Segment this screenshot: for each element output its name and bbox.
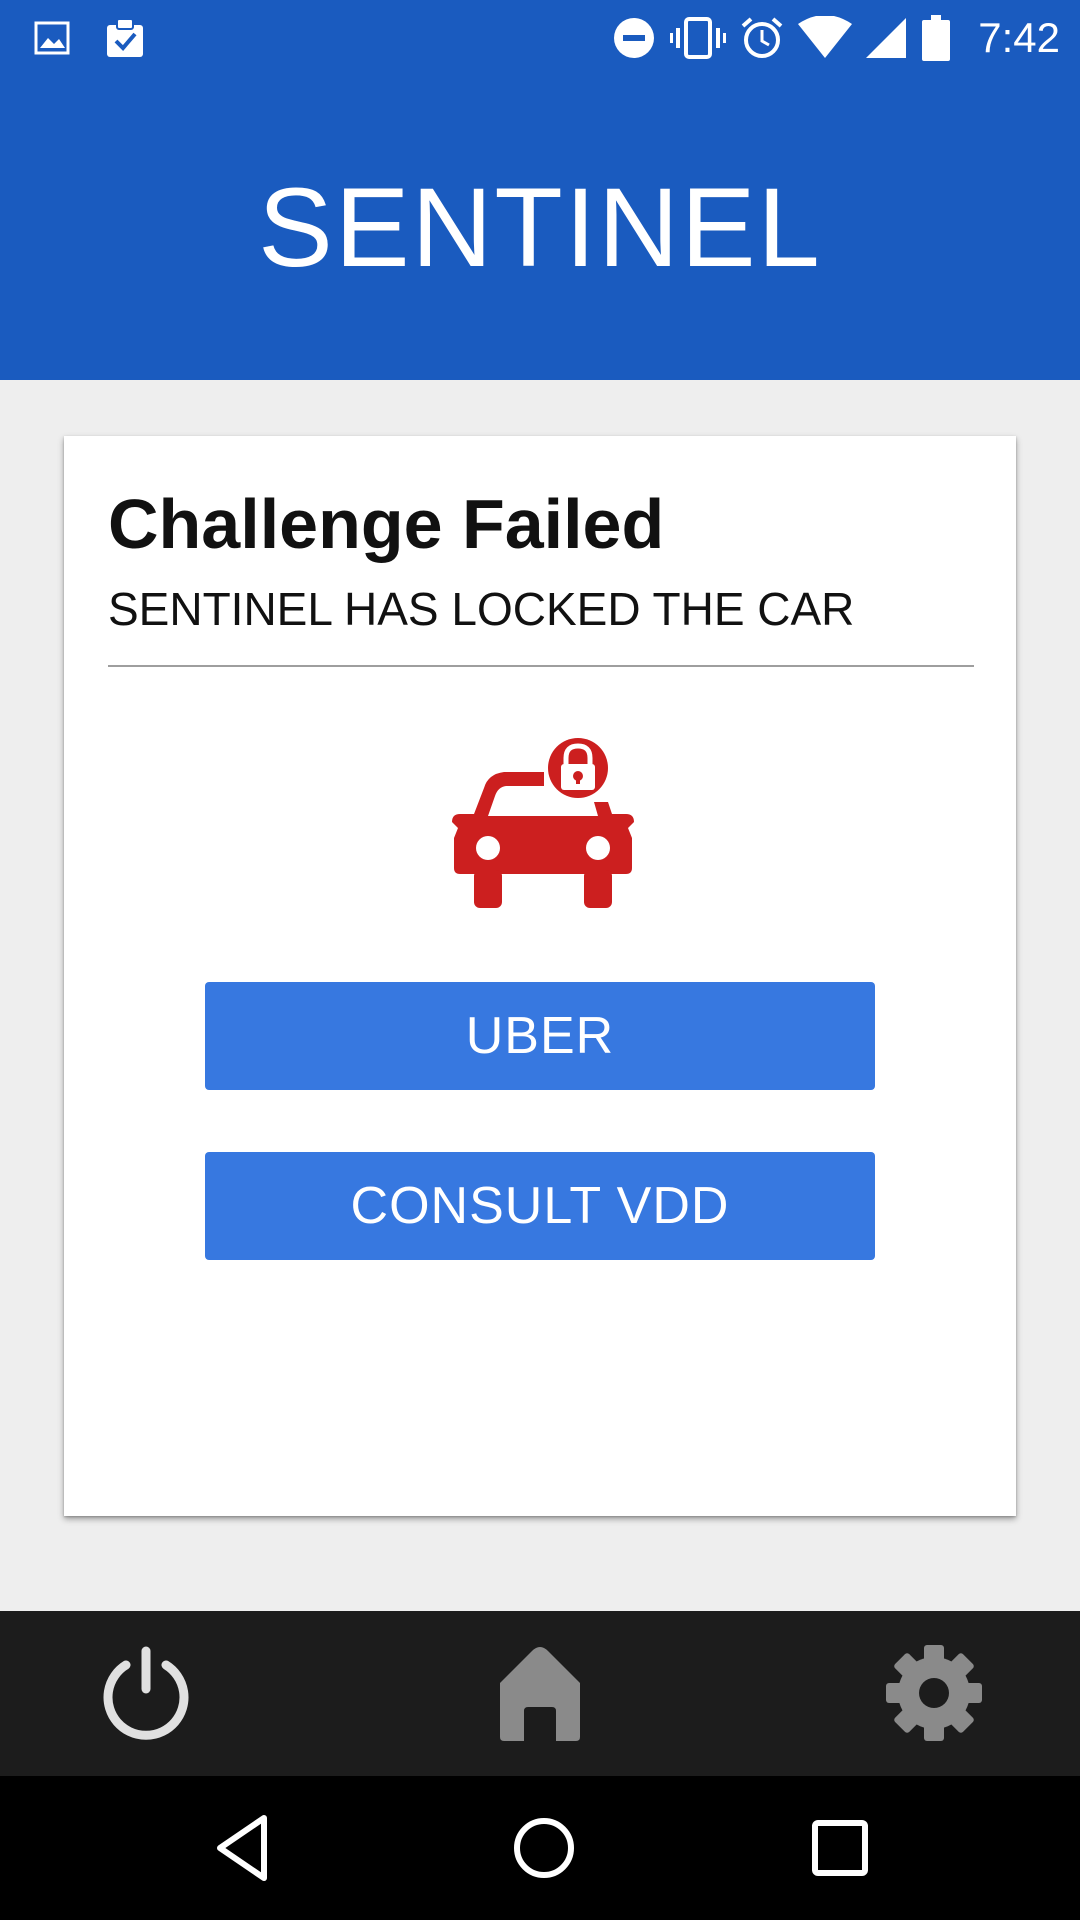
status-bar: 7:42 [0, 0, 1080, 75]
app-header: SENTINEL [0, 75, 1080, 380]
uber-button[interactable]: UBER [205, 982, 875, 1090]
back-icon[interactable] [212, 1812, 272, 1889]
recents-icon[interactable] [808, 1812, 872, 1889]
divider [108, 665, 974, 667]
status-time: 7:42 [978, 13, 1060, 61]
wifi-icon [798, 15, 853, 60]
card-subtitle: SENTINEL HAS LOCKED THE CAR [108, 583, 855, 635]
bottom-nav [0, 1611, 1080, 1776]
car-locked-icon [448, 734, 638, 915]
system-nav-bar [0, 1776, 1080, 1920]
cell-signal-icon [866, 16, 908, 60]
card-title: Challenge Failed [108, 485, 665, 563]
power-icon[interactable] [96, 1643, 196, 1748]
battery-icon [922, 14, 951, 61]
alarm-icon [740, 16, 784, 60]
do-not-disturb-icon [612, 16, 656, 60]
image-icon [34, 21, 70, 55]
clipboard-check-icon [104, 17, 146, 59]
home-circle-icon[interactable] [508, 1812, 580, 1889]
vibrate-icon [670, 16, 727, 60]
challenge-card: Challenge Failed SENTINEL HAS LOCKED THE… [64, 436, 1016, 1516]
settings-icon[interactable] [884, 1643, 984, 1748]
consult-vdd-button[interactable]: CONSULT VDD [205, 1152, 875, 1260]
app-title: SENTINEL [258, 165, 822, 290]
home-icon[interactable] [496, 1643, 584, 1748]
